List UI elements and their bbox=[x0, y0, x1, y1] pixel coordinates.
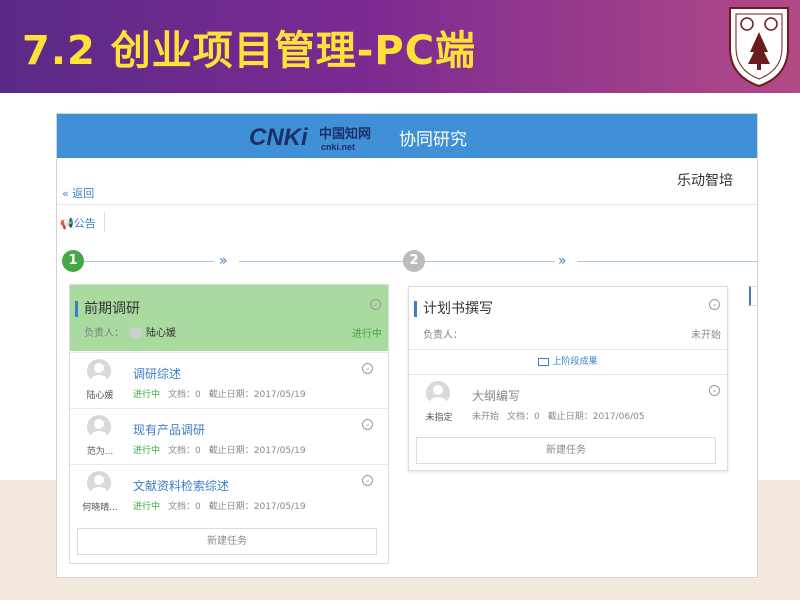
task-name[interactable]: 现有产品调研 bbox=[133, 421, 205, 438]
stage-header[interactable]: 前期调研 ⌄ 负责人： 陆心媛 进行中 bbox=[70, 285, 388, 351]
divider bbox=[57, 204, 757, 205]
app-screenshot: CNKi 中国知网 cnki.net 协同研究 « 返回 乐动智培 📢公告 1 … bbox=[56, 113, 758, 578]
status-badge: 未开始 bbox=[691, 330, 721, 341]
svg-text:cnki.net: cnki.net bbox=[321, 142, 355, 152]
new-task-button[interactable]: 新建任务 bbox=[77, 528, 377, 555]
assignee-name: 陆心媛 bbox=[86, 391, 114, 401]
chevron-down-icon[interactable]: ⌄ bbox=[370, 299, 381, 310]
avatar bbox=[87, 359, 111, 383]
owner-label: 负责人： bbox=[423, 330, 463, 341]
assignee-name: 范为... bbox=[86, 447, 114, 457]
nanjing-university-emblem-icon bbox=[729, 7, 789, 88]
slide-title-band: 7.2 创业项目管理-PC端 bbox=[0, 0, 800, 93]
status-badge: 进行中 bbox=[352, 329, 382, 340]
avatar bbox=[130, 327, 142, 339]
project-name: 乐动智培 bbox=[677, 173, 733, 189]
chevron-down-icon[interactable]: ⌄ bbox=[362, 419, 373, 430]
chevron-right-icon: » bbox=[219, 253, 228, 269]
avatar bbox=[87, 415, 111, 439]
progress-line bbox=[239, 261, 403, 262]
chevron-right-icon: » bbox=[558, 253, 567, 269]
task-status: 进行中 bbox=[133, 502, 161, 512]
task-status: 进行中 bbox=[133, 446, 161, 456]
slide-title: 7.2 创业项目管理-PC端 bbox=[22, 28, 477, 74]
progress-line bbox=[425, 261, 555, 262]
chevron-down-icon[interactable]: ⌄ bbox=[709, 299, 720, 310]
chevron-down-icon[interactable]: ⌄ bbox=[362, 475, 373, 486]
notice-tab[interactable]: 📢公告 bbox=[60, 215, 96, 231]
stage-card: 前期调研 ⌄ 负责人： 陆心媛 进行中 陆心媛 调研综述 进行中 文档：0 截止日期：… bbox=[69, 284, 389, 564]
avatar bbox=[426, 381, 450, 405]
notice-label: 公告 bbox=[73, 217, 96, 230]
task-docs: 文档：0 bbox=[507, 412, 540, 422]
step-2-badge: 2 bbox=[403, 250, 425, 272]
app-header: CNKi 中国知网 cnki.net 协同研究 bbox=[57, 114, 757, 158]
new-task-button[interactable]: 新建任务 bbox=[416, 437, 716, 464]
chevron-down-icon[interactable]: ⌄ bbox=[362, 363, 373, 374]
assignee-name: 未指定 bbox=[425, 413, 453, 423]
previous-results-label: 上阶段成果 bbox=[552, 357, 598, 367]
cnki-logo-icon: CNKi 中国知网 cnki.net bbox=[249, 124, 371, 152]
chevron-down-icon[interactable]: ⌄ bbox=[709, 385, 720, 396]
megaphone-icon: 📢 bbox=[60, 217, 74, 230]
task-deadline: 截止日期：2017/05/19 bbox=[208, 446, 306, 456]
task-meta: 进行中 文档：0 截止日期：2017/05/19 bbox=[133, 387, 306, 400]
divider bbox=[104, 212, 105, 232]
task-deadline: 截止日期：2017/05/19 bbox=[208, 390, 306, 400]
task-row[interactable]: 何晓晴... 文献资料检索综述 进行中 文档：0 截止日期：2017/05/19 ⌄ bbox=[70, 464, 388, 521]
task-name[interactable]: 大纲编写 bbox=[472, 387, 520, 404]
avatar bbox=[87, 471, 111, 495]
task-row[interactable]: 范为... 现有产品调研 进行中 文档：0 截止日期：2017/05/19 ⌄ bbox=[70, 408, 388, 465]
stage-owner: 负责人： 陆心媛 bbox=[84, 324, 176, 339]
progress-line bbox=[577, 261, 757, 262]
task-docs: 文档：0 bbox=[168, 502, 201, 512]
task-meta: 进行中 文档：0 截止日期：2017/05/19 bbox=[133, 499, 306, 512]
task-name[interactable]: 文献资料检索综述 bbox=[133, 477, 229, 494]
step-1-badge: 1 bbox=[62, 250, 84, 272]
stage-owner: 负责人： bbox=[423, 326, 463, 341]
progress-line bbox=[84, 261, 214, 262]
task-row[interactable]: 未指定 大纲编写 未开始 文档：0 截止日期：2017/06/05 ⌄ bbox=[409, 375, 727, 431]
task-deadline: 截止日期：2017/05/19 bbox=[208, 502, 306, 512]
task-docs: 文档：0 bbox=[168, 390, 201, 400]
task-name[interactable]: 调研综述 bbox=[133, 365, 181, 382]
owner-label: 负责人： bbox=[84, 328, 124, 339]
stage-card-partial bbox=[749, 286, 757, 306]
task-deadline: 截止日期：2017/06/05 bbox=[547, 412, 645, 422]
folder-icon bbox=[538, 357, 550, 366]
stage-card: 计划书撰写 ⌄ 负责人： 未开始 上阶段成果 未指定 大纲编写 未开始 文档：0 截… bbox=[408, 286, 728, 471]
task-meta: 未开始 文档：0 截止日期：2017/06/05 bbox=[472, 409, 645, 422]
owner-name: 陆心媛 bbox=[146, 328, 176, 339]
stage-title: 前期调研 bbox=[75, 301, 140, 317]
svg-text:CNKi: CNKi bbox=[249, 124, 309, 151]
task-meta: 进行中 文档：0 截止日期：2017/05/19 bbox=[133, 443, 306, 456]
previous-results-link[interactable]: 上阶段成果 bbox=[409, 349, 727, 375]
back-link[interactable]: « 返回 bbox=[62, 185, 94, 201]
module-name: 协同研究 bbox=[399, 130, 467, 150]
assignee-name: 何晓晴... bbox=[82, 503, 118, 513]
task-status: 进行中 bbox=[133, 390, 161, 400]
task-docs: 文档：0 bbox=[168, 446, 201, 456]
task-status: 未开始 bbox=[472, 412, 500, 422]
task-row[interactable]: 陆心媛 调研综述 进行中 文档：0 截止日期：2017/05/19 ⌄ bbox=[70, 352, 388, 409]
svg-text:中国知网: 中国知网 bbox=[319, 126, 371, 142]
stage-title: 计划书撰写 bbox=[414, 301, 493, 317]
